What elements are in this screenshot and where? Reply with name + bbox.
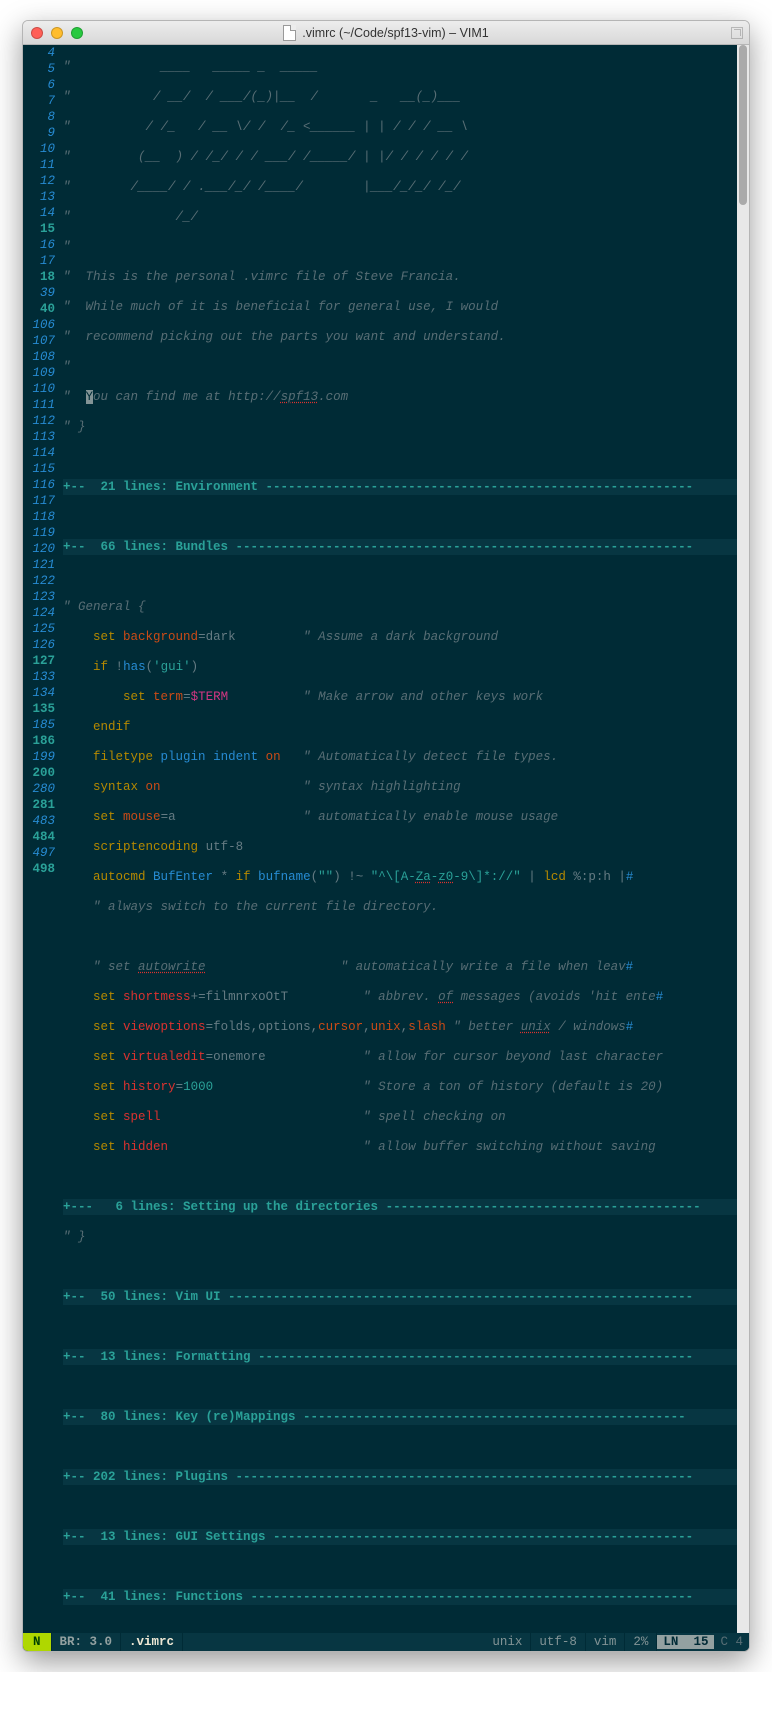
scroll-thumb[interactable] (739, 45, 747, 205)
percent: 2% (625, 1633, 657, 1651)
window-title: .vimrc (~/Code/spf13-vim) – VIM1 (23, 25, 749, 41)
code-line: " always switch to the current file dire… (63, 899, 749, 915)
code-line: autocmd BufEnter * if bufname("") !~ "^\… (63, 869, 749, 885)
code-line: " / __/ / ___/(_)|__ / _ __(_)___ (63, 89, 749, 105)
editor-viewport[interactable]: 4 5 6 7 8 9 10 11 12 13 14 15 16 17 18 3… (23, 45, 749, 1651)
code-line (63, 449, 749, 465)
code-line: set mouse=a " automatically enable mouse… (63, 809, 749, 825)
code-line: set background=dark " Assume a dark back… (63, 629, 749, 645)
fold-line[interactable]: +-- 80 lines: Key (re)Mappings ---------… (63, 1409, 749, 1425)
code-line (63, 1169, 749, 1185)
mode-indicator: N (23, 1633, 52, 1651)
code-line: " } (63, 419, 749, 435)
code-line: " /_/ (63, 209, 749, 225)
code-line: set term=$TERM " Make arrow and other ke… (63, 689, 749, 705)
scrollbar[interactable] (737, 45, 749, 1633)
titlebar[interactable]: .vimrc (~/Code/spf13-vim) – VIM1 (23, 21, 749, 45)
window-title-text: .vimrc (~/Code/spf13-vim) – VIM1 (302, 26, 489, 40)
code-line: " (63, 239, 749, 255)
code-line (63, 569, 749, 585)
code-line (63, 929, 749, 945)
code-line: " (__ ) / /_/ / / ___/ /_____/ | |/ / / … (63, 149, 749, 165)
fold-line[interactable]: +-- 13 lines: Formatting ---------------… (63, 1349, 749, 1365)
code-line: " } (63, 1229, 749, 1245)
status-line: N BR: 3.0 .vimrc unix utf-8 vim 2% LN 15… (23, 1633, 749, 1651)
code-line: " (63, 359, 749, 375)
fold-line[interactable]: +--- 6 lines: Setting up the directories… (63, 1199, 749, 1215)
fold-line[interactable]: +-- 13 lines: GUI Settings -------------… (63, 1529, 749, 1545)
fileformat: unix (484, 1633, 531, 1651)
code-line: scriptencoding utf-8 (63, 839, 749, 855)
encoding: utf-8 (531, 1633, 586, 1651)
code-line: " ____ _____ _ _____ (63, 59, 749, 75)
code-line (63, 1259, 749, 1275)
fold-line[interactable]: +-- 50 lines: Vim UI -------------------… (63, 1289, 749, 1305)
code-line: set history=1000 " Store a ton of histor… (63, 1079, 749, 1095)
code-line: set viewoptions=folds,options,cursor,uni… (63, 1019, 749, 1035)
code-line: " This is the personal .vimrc file of St… (63, 269, 749, 285)
filetype: vim (586, 1633, 626, 1651)
code-line: set shortmess+=filmnrxoOtT " abbrev. of … (63, 989, 749, 1005)
code-line: " set autowrite " automatically write a … (63, 959, 749, 975)
code-line (63, 1559, 749, 1575)
code-line: " While much of it is beneficial for gen… (63, 299, 749, 315)
col-indicator: C 4 (714, 1635, 749, 1649)
code-line (63, 1439, 749, 1455)
filename: .vimrc (121, 1633, 183, 1651)
fold-line[interactable]: +-- 41 lines: Functions ----------------… (63, 1589, 749, 1605)
code-line: syntax on " syntax highlighting (63, 779, 749, 795)
code-line: " recommend picking out the parts you wa… (63, 329, 749, 345)
document-icon (283, 25, 296, 41)
code-line: " General { (63, 599, 749, 615)
fold-line[interactable]: +-- 202 lines: Plugins -----------------… (63, 1469, 749, 1485)
code-line: set hidden " allow buffer switching with… (63, 1139, 749, 1155)
code-line: set spell " spell checking on (63, 1109, 749, 1125)
maximize-icon[interactable] (731, 27, 743, 39)
code-line: set virtualedit=onemore " allow for curs… (63, 1049, 749, 1065)
line-number-gutter: 4 5 6 7 8 9 10 11 12 13 14 15 16 17 18 3… (23, 45, 61, 1633)
fold-line[interactable]: +-- 66 lines: Bundles ------------------… (63, 539, 749, 555)
fold-line[interactable]: +-- 21 lines: Environment --------------… (63, 479, 749, 495)
code-line (63, 509, 749, 525)
line-indicator: LN 15 (657, 1635, 714, 1649)
code-line: if !has('gui') (63, 659, 749, 675)
code-line (63, 1379, 749, 1395)
cursor: Y (86, 390, 94, 404)
code-line (63, 1319, 749, 1335)
code-line: " / /_ / __ \/ / /_ <______ | | / / / __… (63, 119, 749, 135)
git-branch: BR: 3.0 (52, 1633, 122, 1651)
code-line (63, 1499, 749, 1515)
code-line: " /____/ / .___/_/ /____/ |___/_/_/ /_/ (63, 179, 749, 195)
code-line: " You can find me at http://spf13.com (63, 389, 749, 405)
code-line: filetype plugin indent on " Automaticall… (63, 749, 749, 765)
code-line: endif (63, 719, 749, 735)
terminal-window: .vimrc (~/Code/spf13-vim) – VIM1 4 5 6 7… (22, 20, 750, 1652)
buffer-content[interactable]: " ____ _____ _ _____ " / __/ / ___/(_)|_… (61, 45, 749, 1633)
